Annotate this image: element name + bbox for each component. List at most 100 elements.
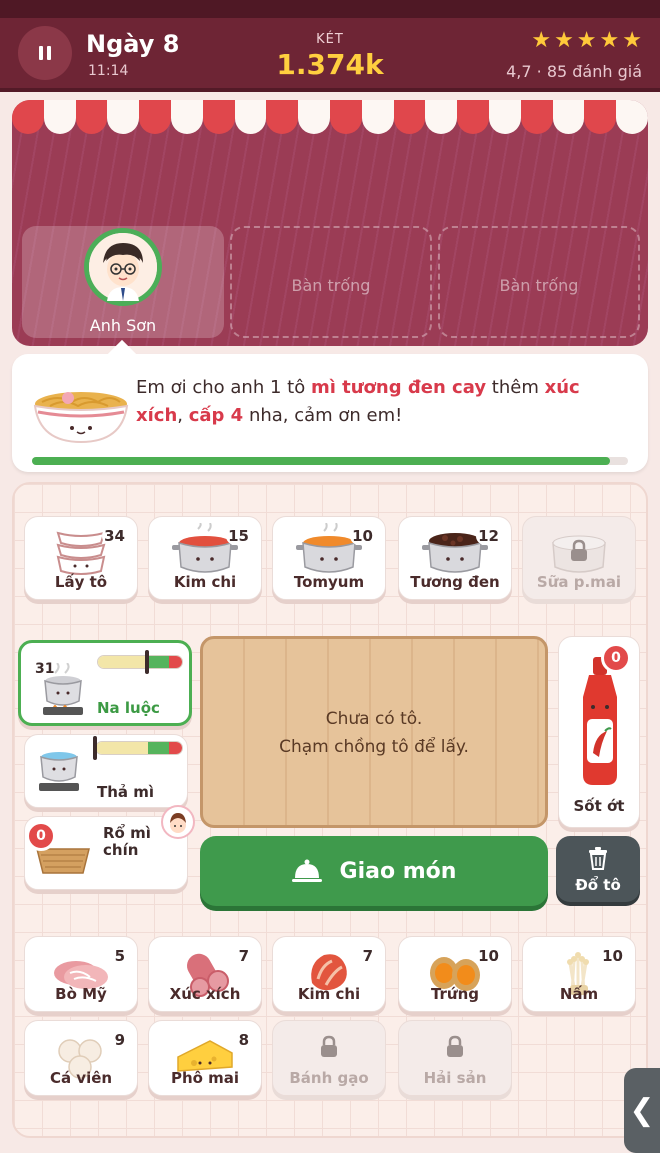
stock-count: 8 bbox=[236, 1031, 251, 1049]
topping-rice-cake-locked[interactable]: Bánh gạo bbox=[272, 1020, 386, 1096]
game-time: 11:14 bbox=[88, 63, 129, 79]
strainer-count-badge: 0 bbox=[26, 821, 56, 851]
noodle-timer-needle bbox=[93, 736, 97, 760]
pause-button[interactable] bbox=[18, 26, 72, 80]
trash-label: Đổ tô bbox=[575, 876, 621, 894]
board-message: Chưa có tô. Chạm chồng tô để lấy. bbox=[203, 705, 545, 761]
order-text-part: nha, cảm ơn em! bbox=[243, 405, 403, 426]
chevron-left-icon: ❮ bbox=[629, 1093, 655, 1128]
order-dish: mì tương đen cay bbox=[310, 377, 487, 398]
noodle-label: Thả mì bbox=[97, 783, 155, 801]
base-kimchi-broth[interactable]: 15 Kim chi bbox=[148, 516, 262, 600]
star-icon: ★ bbox=[554, 28, 574, 53]
till-label: KÉT bbox=[316, 32, 344, 47]
deliver-label: Giao món bbox=[339, 858, 457, 884]
chili-sauce-button[interactable]: 0 Sốt ớt bbox=[558, 636, 640, 828]
star-icon: ★ bbox=[622, 28, 642, 53]
customer-face-icon bbox=[89, 233, 157, 301]
topping-mushroom[interactable]: 10 Nấm bbox=[522, 936, 636, 1012]
table-slot-empty: Bàn trống bbox=[230, 226, 432, 338]
topping-egg[interactable]: 10 Trứng bbox=[398, 936, 512, 1012]
topping-label: Kim chi bbox=[297, 985, 361, 1003]
top-bar: Ngày 8 11:14 KÉT 1.374k ★ ★ ★ ★ ★ 4,7 · … bbox=[0, 0, 660, 92]
table-slot-empty: Bàn trống bbox=[438, 226, 640, 338]
assembly-board[interactable]: Chưa có tô. Chạm chồng tô để lấy. bbox=[200, 636, 548, 828]
base-label: Kim chi bbox=[173, 573, 237, 591]
kitchen-panel: 34 Lấy tô 15 Kim chi 10 Tomyum 12 Tương … bbox=[12, 482, 648, 1138]
stock-count: 10 bbox=[350, 527, 375, 545]
order-text-part: thêm bbox=[486, 377, 545, 398]
boil-timer bbox=[97, 655, 183, 669]
cloche-icon bbox=[291, 859, 322, 882]
stock-count: 7 bbox=[236, 947, 251, 965]
base-label: Lấy tô bbox=[54, 573, 108, 591]
order-request: Em ơi cho anh 1 tô mì tương đen cay thêm… bbox=[136, 374, 626, 430]
base-tomyum-broth[interactable]: 10 Tomyum bbox=[272, 516, 386, 600]
boiling-pot-icon bbox=[43, 663, 83, 715]
rating-text: 4,7 · 85 đánh giá bbox=[506, 62, 642, 81]
storefront: Bàn trống Bàn trống Anh Sơn bbox=[12, 100, 648, 346]
customer-avatar[interactable] bbox=[84, 228, 162, 306]
boil-timer-needle bbox=[145, 650, 149, 674]
topping-label: Bánh gạo bbox=[289, 1069, 369, 1087]
stock-count: 10 bbox=[476, 947, 501, 965]
board-line-2: Chạm chồng tô để lấy. bbox=[279, 737, 469, 757]
star-icon: ★ bbox=[599, 28, 620, 53]
topping-label: Xúc xích bbox=[169, 985, 241, 1003]
patience-bar bbox=[32, 457, 628, 465]
base-label: Sữa p.mai bbox=[536, 573, 622, 591]
day-title: Ngày 8 bbox=[86, 30, 180, 58]
rating-stars: ★ ★ ★ ★ ★ bbox=[531, 30, 642, 52]
base-cheese-milk-locked[interactable]: Sữa p.mai bbox=[522, 516, 636, 600]
topping-beef[interactable]: 5 Bò Mỹ bbox=[24, 936, 138, 1012]
side-panel-toggle[interactable]: ❮ bbox=[624, 1068, 660, 1153]
topping-label: Hải sản bbox=[423, 1069, 487, 1087]
base-black-bean[interactable]: 12 Tương đen bbox=[398, 516, 512, 600]
empty-table-label: Bàn trống bbox=[499, 276, 579, 295]
base-bowls[interactable]: 34 Lấy tô bbox=[24, 516, 138, 600]
star-icon: ★ bbox=[576, 28, 597, 53]
order-text-part: , bbox=[177, 405, 189, 426]
base-label: Tomyum bbox=[293, 573, 365, 591]
stock-count: 12 bbox=[476, 527, 501, 545]
topping-label: Nấm bbox=[559, 985, 599, 1003]
order-text-part: Em ơi cho anh 1 tô bbox=[136, 377, 311, 398]
chili-sauce-bottle-icon bbox=[583, 657, 617, 785]
water-pot-icon bbox=[39, 752, 79, 791]
patience-fill bbox=[32, 457, 611, 465]
topping-kimchi[interactable]: 7 Kim chi bbox=[272, 936, 386, 1012]
lock-icon bbox=[321, 1035, 337, 1057]
topping-fishball[interactable]: 9 Cá viên bbox=[24, 1020, 138, 1096]
lock-icon bbox=[447, 1035, 463, 1057]
stock-count: 15 bbox=[226, 527, 251, 545]
topping-label: Phô mai bbox=[170, 1069, 240, 1087]
topping-cheese[interactable]: 8 Phô mai bbox=[148, 1020, 262, 1096]
order-spice-level: cấp 4 bbox=[188, 405, 244, 426]
noodle-timer bbox=[95, 741, 183, 755]
discard-bowl-button[interactable]: Đổ tô bbox=[556, 836, 640, 902]
noodle-station[interactable]: Thả mì bbox=[24, 734, 188, 808]
topping-label: Cá viên bbox=[49, 1069, 113, 1087]
chef-helper-icon bbox=[161, 805, 195, 839]
trash-icon bbox=[589, 847, 607, 870]
boil-station[interactable]: 31 Na luộc bbox=[18, 640, 192, 726]
board-line-1: Chưa có tô. bbox=[325, 709, 423, 729]
stock-count: 9 bbox=[112, 1031, 127, 1049]
sauce-count-badge: 0 bbox=[601, 643, 631, 673]
awning bbox=[12, 100, 648, 134]
topping-label: Trứng bbox=[430, 985, 480, 1003]
topping-sausage[interactable]: 7 Xúc xích bbox=[148, 936, 262, 1012]
stock-count: 34 bbox=[102, 527, 127, 545]
topping-seafood-locked[interactable]: Hải sản bbox=[398, 1020, 512, 1096]
noodle-bowl-icon bbox=[33, 392, 129, 444]
topping-label: Bò Mỹ bbox=[55, 985, 107, 1003]
base-label: Tương đen bbox=[410, 573, 500, 591]
empty-table-label: Bàn trống bbox=[291, 276, 371, 295]
boil-label: Na luộc bbox=[97, 699, 160, 717]
sauce-label: Sốt ớt bbox=[573, 797, 625, 815]
stock-count: 5 bbox=[112, 947, 127, 965]
deliver-button[interactable]: Giao món bbox=[200, 836, 548, 906]
customer-name: Anh Sơn bbox=[89, 316, 157, 335]
lock-icon bbox=[571, 539, 587, 561]
stock-count: 7 bbox=[360, 947, 375, 965]
